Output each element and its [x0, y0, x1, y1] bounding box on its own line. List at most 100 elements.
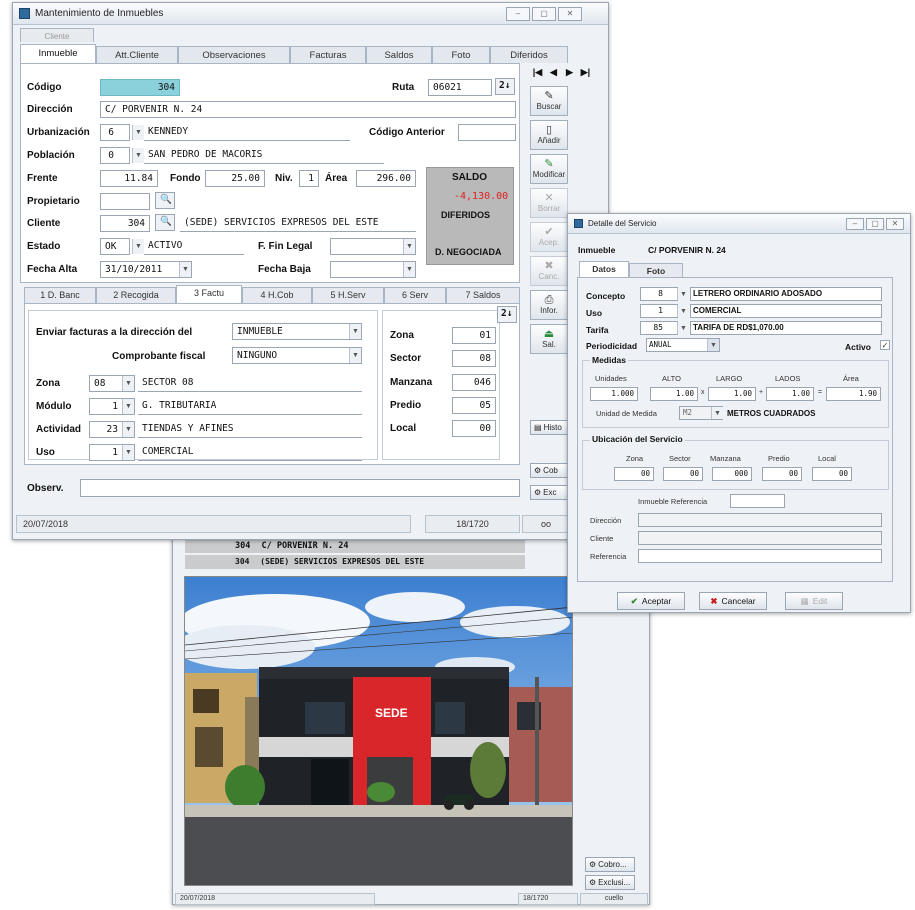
ruta-field[interactable]: 06021 — [428, 79, 492, 96]
tarifa-dropdown-icon[interactable]: ▼ — [677, 322, 689, 334]
frente-field[interactable]: 11.84 — [100, 170, 158, 187]
tab-facturas[interactable]: Facturas — [290, 46, 366, 63]
subtab-saldos[interactable]: 7 Saldos — [446, 287, 520, 303]
modificar-button[interactable]: ✎ Modificar — [530, 154, 568, 184]
medidas-alto[interactable]: 1.00 — [650, 387, 698, 401]
tab-att-cliente[interactable]: Att.Cliente — [96, 46, 178, 63]
tab-diferidos[interactable]: Diferidos — [490, 46, 568, 63]
ubic-manzana[interactable]: 000 — [712, 467, 752, 481]
area-field[interactable]: 296.00 — [356, 170, 416, 187]
codigo-field[interactable]: 304 — [100, 79, 180, 96]
medidas-area[interactable]: 1.90 — [826, 387, 881, 401]
fecha-fin-legal-dropdown-icon[interactable]: ▼ — [403, 239, 415, 254]
cobro-main-button[interactable]: ⚙ Cob — [530, 463, 570, 478]
tab-foto[interactable]: Foto — [432, 46, 490, 63]
exclusion-main-button[interactable]: ⚙ Exc — [530, 485, 570, 500]
comprobante-dropdown-icon[interactable]: ▼ — [349, 348, 361, 363]
tab-observaciones[interactable]: Observaciones — [178, 46, 290, 63]
buscar-button[interactable]: ✎ Buscar — [530, 86, 568, 116]
medidas-largo[interactable]: 1.00 — [708, 387, 756, 401]
poblacion-code-field[interactable]: 0 — [100, 147, 130, 164]
fecha-baja-dropdown-icon[interactable]: ▼ — [403, 262, 415, 277]
subtab-banc[interactable]: 1 D. Banc — [24, 287, 96, 303]
detail-uso-dropdown-icon[interactable]: ▼ — [677, 305, 689, 317]
tab-cliente[interactable]: Cliente — [20, 28, 94, 42]
cliente-search-button[interactable]: 🔍 — [155, 214, 175, 231]
niv-field[interactable]: 1 — [299, 170, 319, 187]
local-field[interactable]: 00 — [452, 420, 496, 437]
estado-code-field[interactable]: OK — [100, 238, 130, 255]
anadir-button[interactable]: ▯ Añadir — [530, 120, 568, 150]
ruta-sort-button[interactable]: 2↓ — [495, 78, 515, 95]
observ-field[interactable] — [80, 479, 520, 497]
exclusion-button[interactable]: ⚙ Exclusi... — [585, 875, 635, 890]
urbanizacion-dropdown-icon[interactable]: ▼ — [132, 125, 144, 140]
detail-uso-code[interactable]: 1 — [640, 304, 678, 318]
maximize-button[interactable]: ▢ — [532, 6, 556, 21]
detail-close-button[interactable]: ✕ — [886, 217, 904, 230]
cliente-code-field[interactable]: 304 — [100, 215, 150, 232]
detail-minimize-button[interactable]: – — [846, 217, 864, 230]
propietario-search-button[interactable]: 🔍 — [155, 192, 175, 209]
tab-saldos[interactable]: Saldos — [366, 46, 432, 63]
medidas-unidades[interactable]: 1.000 — [590, 387, 638, 401]
prev-record-icon[interactable]: ◀ — [546, 66, 561, 79]
estado-dropdown-icon[interactable]: ▼ — [132, 239, 144, 254]
zona-field[interactable]: 01 — [452, 327, 496, 344]
unidad-medida-dropdown-icon[interactable]: ▼ — [711, 407, 723, 419]
actividad-dropdown-icon[interactable]: ▼ — [122, 422, 134, 437]
direccion-field[interactable]: C/ PORVENIR N. 24 — [100, 101, 516, 118]
detail-tab-foto[interactable]: Foto — [629, 263, 683, 277]
inmueble-referencia-field[interactable] — [730, 494, 785, 508]
detail-tab-datos[interactable]: Datos — [579, 261, 629, 277]
medidas-lados[interactable]: 1.00 — [766, 387, 814, 401]
enviar-field[interactable]: INMUEBLE — [232, 323, 362, 340]
informe-button[interactable]: ⎙ Infor. — [530, 290, 568, 320]
subtab-factu[interactable]: 3 Factu — [176, 285, 242, 303]
comprobante-field[interactable]: NINGUNO — [232, 347, 362, 364]
detail-cliente-field[interactable] — [638, 531, 882, 545]
propietario-field[interactable] — [100, 193, 150, 210]
detail-aceptar-button[interactable]: ✔ Aceptar — [617, 592, 685, 610]
detail-direccion-field[interactable] — [638, 513, 882, 527]
activo-checkbox[interactable]: ✓ — [880, 340, 890, 350]
subtab-hcob[interactable]: 4 H.Cob — [242, 287, 312, 303]
zona-factu-dropdown-icon[interactable]: ▼ — [122, 376, 134, 391]
codigo-anterior-field[interactable] — [458, 124, 516, 141]
concepto-code[interactable]: 8 — [640, 287, 678, 301]
cobro-button[interactable]: ⚙ Cobro... — [585, 857, 635, 872]
detail-maximize-button[interactable]: ▢ — [866, 217, 884, 230]
tab-inmueble[interactable]: Inmueble — [20, 44, 96, 63]
fecha-alta-dropdown-icon[interactable]: ▼ — [179, 262, 191, 277]
sector-field[interactable]: 08 — [452, 350, 496, 367]
fondo-field[interactable]: 25.00 — [205, 170, 265, 187]
cancelar-side-button[interactable]: ✖ Canc. — [530, 256, 568, 286]
predio-field[interactable]: 05 — [452, 397, 496, 414]
uso-factu-dropdown-icon[interactable]: ▼ — [122, 445, 134, 460]
urbanizacion-code-field[interactable]: 6 — [100, 124, 130, 141]
tarifa-code[interactable]: 85 — [640, 321, 678, 335]
location-sort-button[interactable]: 2↓ — [497, 306, 517, 323]
aceptar-side-button[interactable]: ✔ Acep. — [530, 222, 568, 252]
subtab-serv[interactable]: 6 Serv — [384, 287, 446, 303]
subtab-hserv[interactable]: 5 H.Serv — [312, 287, 384, 303]
ubic-local[interactable]: 00 — [812, 467, 852, 481]
detail-edit-button[interactable]: ▦ Edit — [785, 592, 843, 610]
ubic-zona[interactable]: 00 — [614, 467, 654, 481]
subtab-recogida[interactable]: 2 Recogida — [96, 287, 176, 303]
modulo-dropdown-icon[interactable]: ▼ — [122, 399, 134, 414]
detail-referencia-field[interactable] — [638, 549, 882, 563]
next-record-icon[interactable]: ▶ — [562, 66, 577, 79]
detail-cancelar-button[interactable]: ✖ Cancelar — [699, 592, 767, 610]
minimize-button[interactable]: – — [506, 6, 530, 21]
first-record-icon[interactable]: |◀ — [530, 66, 545, 79]
close-button[interactable]: ✕ — [558, 6, 582, 21]
historial-button[interactable]: ▤ Histo — [530, 420, 570, 435]
manzana-field[interactable]: 046 — [452, 374, 496, 391]
ubic-predio[interactable]: 00 — [762, 467, 802, 481]
periodicidad-dropdown-icon[interactable]: ▼ — [707, 339, 719, 351]
salir-button[interactable]: ⏏ Sal. — [530, 324, 568, 354]
last-record-icon[interactable]: ▶| — [578, 66, 593, 79]
enviar-dropdown-icon[interactable]: ▼ — [349, 324, 361, 339]
ubic-sector[interactable]: 00 — [663, 467, 703, 481]
